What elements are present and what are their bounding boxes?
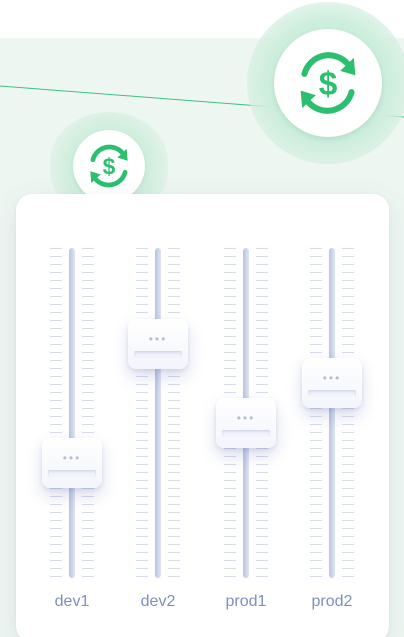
svg-text:$: $ [103, 153, 116, 179]
grip-dots-icon: ••• [322, 371, 342, 385]
fader-ticks [342, 248, 354, 578]
large-dollar-coin: $ [247, 2, 404, 164]
fader-dev1: ••• [42, 248, 102, 578]
channel-label-prod1: prod1 [225, 593, 267, 610]
fader-knob-dev1[interactable]: ••• [42, 438, 102, 488]
knob-groove [222, 430, 270, 437]
knob-groove [134, 351, 182, 358]
fader-track[interactable] [155, 248, 161, 578]
knob-groove [308, 390, 356, 397]
fader-ticks [168, 248, 180, 578]
scene: $ $ ••• ••• ••• ••• dev1 dev2 prod1 prod… [0, 0, 404, 637]
knob-groove [48, 470, 96, 477]
fader-prod1: ••• [216, 248, 276, 578]
fader-track[interactable] [69, 248, 75, 578]
fader-knob-prod2[interactable]: ••• [302, 358, 362, 408]
grip-dots-icon: ••• [236, 411, 256, 425]
fader-ticks [136, 248, 148, 578]
fader-knob-dev2[interactable]: ••• [128, 319, 188, 369]
dollar-exchange-icon: $ [300, 52, 356, 114]
channel-label-dev2: dev2 [140, 593, 176, 610]
fader-ticks [310, 248, 322, 578]
fader-prod2: ••• [302, 248, 362, 578]
channel-label-prod2: prod2 [311, 593, 353, 610]
fader-dev2: ••• [128, 248, 188, 578]
svg-text:$: $ [319, 66, 338, 103]
channel-label-dev1: dev1 [54, 593, 90, 610]
fader-knob-prod1[interactable]: ••• [216, 398, 276, 448]
fader-ticks [82, 248, 94, 578]
grip-dots-icon: ••• [148, 332, 168, 346]
fader-track[interactable] [329, 248, 335, 578]
grip-dots-icon: ••• [62, 451, 82, 465]
dollar-exchange-icon: $ [90, 144, 128, 188]
fader-ticks [50, 248, 62, 578]
